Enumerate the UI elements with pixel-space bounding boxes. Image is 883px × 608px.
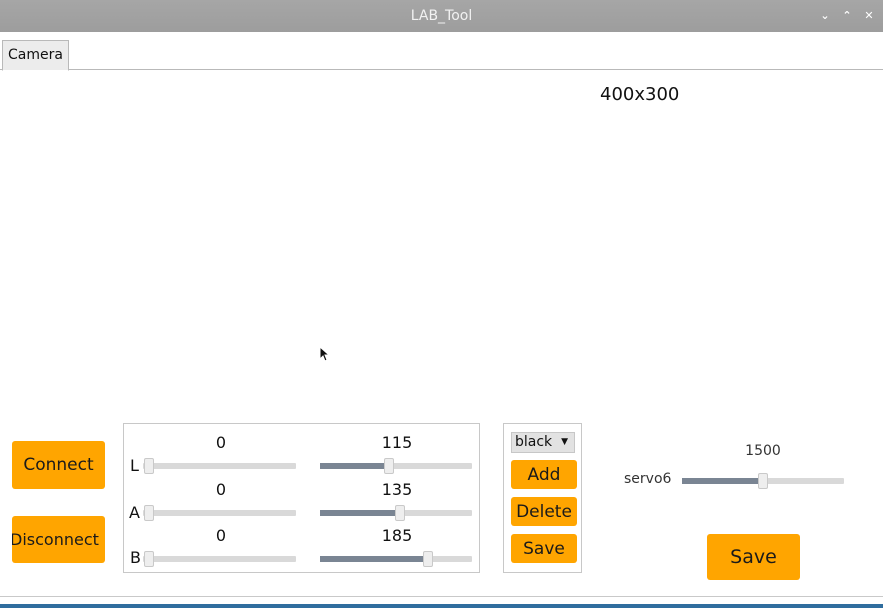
b-max-slider-handle[interactable] [422, 551, 433, 567]
add-color-button[interactable]: Add [511, 460, 577, 489]
a-min-value: 0 [215, 480, 227, 499]
servo-value: 1500 [745, 443, 781, 459]
l-max-slider-fill [320, 463, 389, 469]
l-max-slider-handle[interactable] [384, 458, 395, 474]
window-controls: ⌄ ⌃ ✕ [819, 0, 875, 32]
l-max-slider[interactable] [320, 458, 472, 474]
servo-slider-fill [682, 478, 763, 484]
app-window: LAB_Tool ⌄ ⌃ ✕ Camera 400x300 Connect Di… [0, 0, 883, 608]
b-min-value: 0 [215, 526, 227, 545]
delete-color-button[interactable]: Delete [511, 497, 577, 526]
close-icon[interactable]: ✕ [863, 9, 875, 23]
minimize-icon[interactable]: ⌄ [819, 9, 831, 23]
b-max-value: 185 [381, 526, 413, 545]
servo-slider[interactable] [682, 473, 844, 489]
l-max-value: 115 [381, 433, 413, 452]
b-min-slider[interactable] [143, 551, 296, 567]
servo-label: servo6 [624, 471, 672, 487]
save-servo-button[interactable]: Save [707, 534, 800, 580]
tab-bar: Camera [0, 32, 883, 71]
title-bar: LAB_Tool ⌄ ⌃ ✕ [0, 0, 883, 32]
tab-camera[interactable]: Camera [2, 40, 69, 71]
mouse-pointer-icon [319, 346, 329, 362]
window-title: LAB_Tool [410, 8, 473, 24]
l-min-slider-handle[interactable] [144, 458, 154, 474]
color-select-value: black [515, 434, 553, 450]
connect-button[interactable]: Connect [12, 441, 105, 489]
b-min-slider-handle[interactable] [144, 551, 154, 567]
color-panel: black ▼ Add Delete Save [503, 423, 582, 573]
a-max-value: 135 [381, 480, 413, 499]
camera-resolution: 400x300 [600, 84, 680, 105]
a-channel-label: A [129, 503, 140, 522]
save-color-button[interactable]: Save [511, 534, 577, 563]
l-channel-label: L [130, 456, 139, 475]
a-max-slider[interactable] [320, 505, 472, 521]
bottom-border [0, 596, 883, 608]
b-channel-label: B [130, 548, 141, 567]
a-min-slider[interactable] [143, 505, 296, 521]
dropdown-caret-icon: ▼ [561, 437, 568, 447]
a-max-slider-handle[interactable] [395, 505, 406, 521]
l-min-value: 0 [215, 433, 227, 452]
a-min-slider-handle[interactable] [144, 505, 154, 521]
maximize-icon[interactable]: ⌃ [841, 9, 853, 23]
l-min-slider[interactable] [143, 458, 296, 474]
servo-slider-handle[interactable] [758, 473, 768, 489]
a-max-slider-fill [320, 510, 401, 516]
lab-threshold-panel: 0 115 L 0 135 A 0 185 B [123, 423, 480, 573]
color-select[interactable]: black ▼ [511, 432, 575, 453]
disconnect-button[interactable]: Disconnect [12, 516, 105, 563]
b-max-slider[interactable] [320, 551, 472, 567]
b-max-slider-fill [320, 556, 431, 562]
